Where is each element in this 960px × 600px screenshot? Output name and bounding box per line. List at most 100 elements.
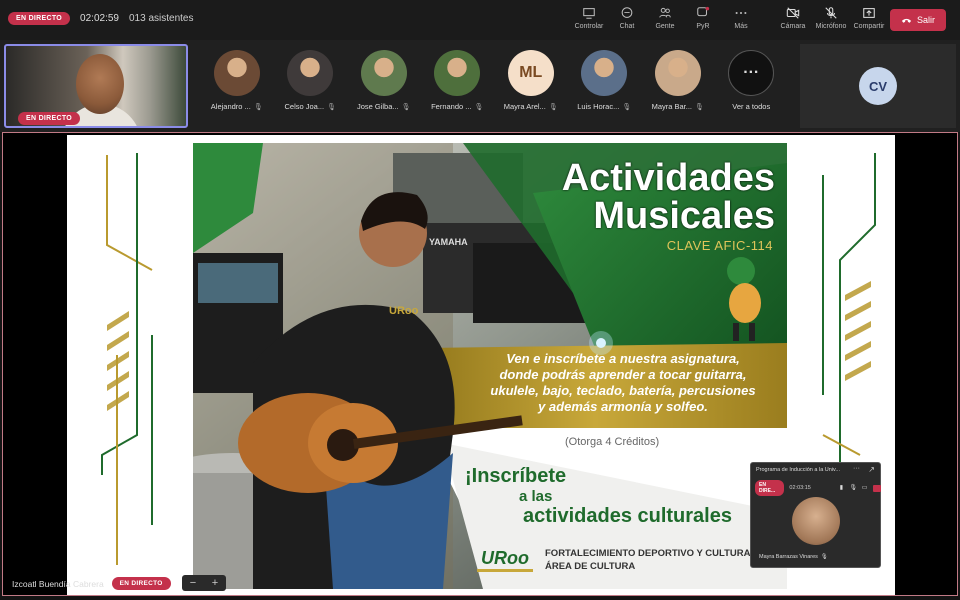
overflow-participant-tile[interactable]: CV <box>800 44 956 128</box>
left-decoration <box>101 153 153 565</box>
pip-speaker-avatar <box>792 497 840 545</box>
participant-list: Alejandro ... 🎙 Celso Joa... 🎙 Jose Gilba...… <box>200 50 788 111</box>
participant-name-label: Luis Horac... <box>577 102 620 111</box>
participant-tile[interactable]: Mayra Bar... 🎙 <box>641 50 715 111</box>
screen-share-icon <box>583 8 595 19</box>
avatar: ··· <box>728 50 775 96</box>
screen-share-control-button[interactable]: Controlar <box>570 6 608 30</box>
avatar <box>434 50 481 96</box>
floating-meeting-window[interactable]: Programa de Inducción a la Univ... ··· ↗… <box>750 462 881 568</box>
zoom-controls: − + <box>182 575 226 591</box>
presenter-label: Izcoatl Buendía Cabrera EN DIRECTO <box>12 577 171 590</box>
participant-name: Jose Gilba... 🎙 <box>357 102 411 111</box>
poster-course-code: CLAVE AFIC-114 <box>666 238 773 253</box>
footer-line-2: ÁREA DE CULTURA <box>545 561 636 572</box>
poster-footer: URoo FORTALECIMIENTO DEPORTIVO Y CULTURA… <box>477 547 756 573</box>
presenter-name: Izcoatl Buendía Cabrera <box>12 578 104 589</box>
pip-name-label: Mayra Barrazas Vinares <box>759 554 818 560</box>
meeting-status: EN DIRECTO 02:02:59 013 asistentes <box>8 12 193 25</box>
chat-icon <box>621 7 633 18</box>
self-live-badge: EN DIRECTO <box>18 112 81 125</box>
participant-name: Celso Joa... 🎙 <box>285 102 337 111</box>
pip-timer: 02:03:15 <box>789 485 811 491</box>
participant-name: Ver a todos <box>732 102 770 111</box>
zoom-in-button[interactable]: + <box>212 577 218 589</box>
tool-label: Compartir <box>853 23 885 30</box>
pip-title: Programa de Inducción a la Univ... <box>756 467 840 473</box>
participant-name: Alejandro ... 🎙 <box>211 102 263 111</box>
description-line: donde podrás aprender a tocar guitarra, <box>499 367 747 382</box>
tool-label: Chat <box>619 23 635 30</box>
pip-more-icon[interactable]: ··· <box>853 465 860 472</box>
mic-off-icon <box>825 7 837 19</box>
participant-name-label: Jose Gilba... <box>356 102 399 111</box>
self-video-tile[interactable]: EN DIRECTO <box>4 44 188 128</box>
share-icon <box>863 8 875 18</box>
tool-label: Cámara <box>780 23 806 30</box>
camera-toggle-button[interactable]: Cámara <box>774 6 812 30</box>
mic-off-icon: 🎙 <box>548 103 558 111</box>
people-button[interactable]: Gente <box>646 6 684 30</box>
tool-label: Gente <box>655 23 675 30</box>
avatar-initials: CV <box>859 67 897 105</box>
meeting-toolbar: Controlar Chat Gente PyR Más Cámara Micr… <box>570 6 888 30</box>
tool-label: Más <box>734 23 748 30</box>
participant-name: Luis Horac... 🎙 <box>577 102 631 111</box>
participant-tile[interactable]: ML Mayra Arel... 🎙 <box>494 50 568 111</box>
camera-off-icon <box>786 7 800 19</box>
description-line: Ven e inscríbete a nuestra asignatura, <box>506 351 740 366</box>
participant-name: Mayra Bar... 🎙 <box>652 102 704 111</box>
cta-line-3: actividades culturales <box>523 505 732 527</box>
pip-live-badge: EN DIRE... <box>755 480 785 496</box>
participant-tile[interactable]: Fernando ... 🎙 <box>421 50 495 111</box>
keyboard-brand: YAMAHA <box>429 237 468 247</box>
chat-button[interactable]: Chat <box>608 6 646 30</box>
avatar <box>287 50 334 96</box>
activity-poster: Actividades Musicales CLAVE AFIC-114 YAM… <box>193 143 787 589</box>
avatar: ML <box>507 50 554 96</box>
cta-line-2: a las <box>519 488 553 505</box>
mic-off-icon: 🎙 <box>695 103 704 111</box>
uroo-logo: URoo <box>477 548 533 572</box>
participant-tile[interactable]: Luis Horac... 🎙 <box>568 50 642 111</box>
qa-button[interactable]: PyR <box>684 6 722 30</box>
participant-name: Fernando ... 🎙 <box>431 102 483 111</box>
pip-mic-icon[interactable]: 🎙 <box>850 485 858 492</box>
participant-tile[interactable]: Celso Joa... 🎙 <box>274 50 348 111</box>
expand-icon[interactable]: ↗ <box>868 465 875 474</box>
pip-camera-icon[interactable]: ▮ <box>838 485 844 492</box>
avatar <box>654 50 701 96</box>
poster-description: Ven e inscríbete a nuestra asignatura, d… <box>463 351 783 415</box>
share-content-button[interactable]: Compartir <box>850 6 888 30</box>
leave-button[interactable]: Salir <box>890 9 946 31</box>
participant-name-label: Fernando ... <box>431 102 472 111</box>
more-icon <box>735 11 747 15</box>
pip-speaker-name: Mayra Barrazas Vinares 🎙 <box>759 554 828 560</box>
poster-title-line-2: Musicales <box>593 195 775 237</box>
avatar <box>213 50 260 96</box>
zoom-out-button[interactable]: − <box>190 577 196 589</box>
mic-off-icon: 🎙 <box>622 103 632 111</box>
participant-name-label: Mayra Bar... <box>651 102 693 111</box>
description-line: ukulele, bajo, teclado, batería, percusi… <box>490 383 756 398</box>
mic-off-icon: 🎙 <box>327 103 336 111</box>
mic-off-icon: 🎙 <box>253 103 263 111</box>
microphone-toggle-button[interactable]: Micrófono <box>812 6 850 30</box>
poster-title-line-1: Actividades <box>561 157 775 199</box>
avatar <box>581 50 628 96</box>
description-line: y además armonía y solfeo. <box>538 399 708 414</box>
participant-name-label: Mayra Arel... <box>503 102 546 111</box>
mic-off-icon: 🎙 <box>474 103 484 111</box>
more-button[interactable]: Más <box>722 6 760 30</box>
cta-line-1: ¡Inscríbete <box>465 465 567 487</box>
qa-icon <box>697 6 710 17</box>
pip-share-icon[interactable]: ▭ <box>862 485 868 492</box>
participant-tile[interactable]: ··· Ver a todos <box>715 50 789 111</box>
participant-tile[interactable]: Jose Gilba... 🎙 <box>347 50 421 111</box>
participant-tile[interactable]: Alejandro ... 🎙 <box>200 50 274 111</box>
pip-hangup-icon[interactable] <box>872 484 881 492</box>
tool-label: Micrófono <box>815 23 847 30</box>
live-badge: EN DIRECTO <box>8 12 71 25</box>
poster-cta: ¡Inscríbete a las actividades culturales <box>463 465 753 528</box>
tool-label: Controlar <box>574 23 604 30</box>
